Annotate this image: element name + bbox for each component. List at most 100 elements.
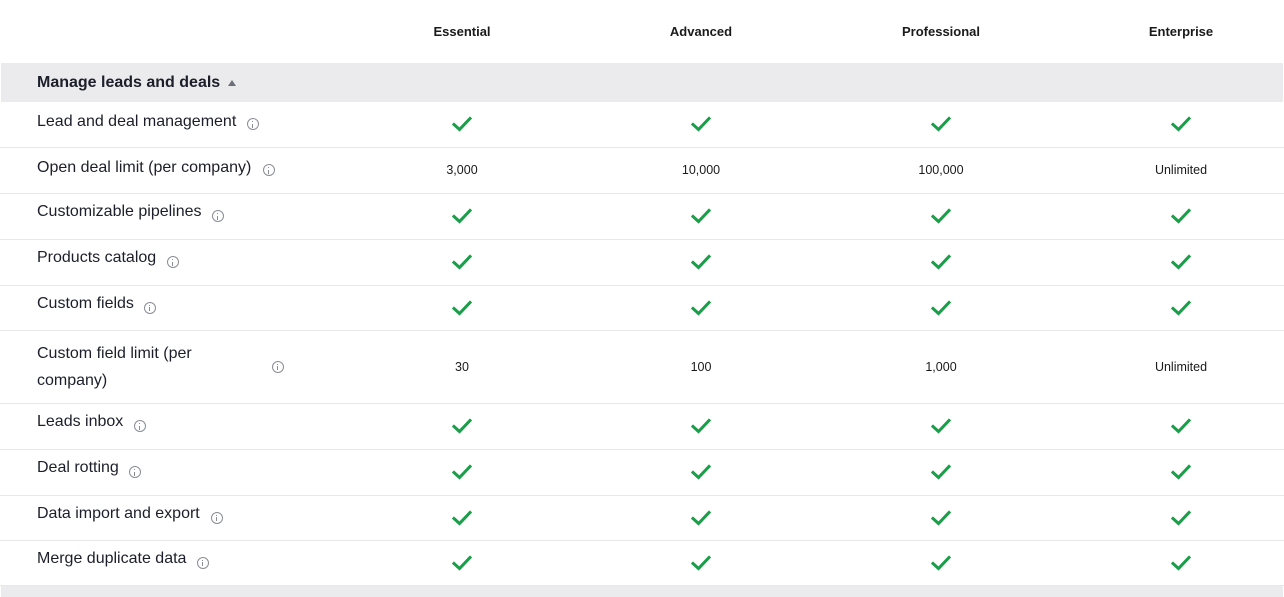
plan-cell-enterprise: Unlimited — [1154, 163, 1208, 177]
plan-cell-professional — [841, 509, 1041, 529]
check-icon — [931, 418, 951, 434]
check-icon — [1171, 116, 1191, 132]
plan-cell-advanced — [601, 464, 801, 483]
plan-cell-essential — [362, 254, 562, 273]
plan-cell-essential — [362, 509, 562, 529]
feature-row: Leads inbox — [0, 404, 1284, 450]
caret-up-icon[interactable] — [228, 80, 236, 86]
section-header-manage-leads[interactable]: Manage leads and deals — [1, 63, 1283, 102]
check-icon — [691, 509, 711, 526]
plan-cell-professional — [841, 299, 1041, 319]
plan-cell-essential: 3,000 — [446, 163, 478, 177]
section-title: Manage leads and deals — [37, 74, 221, 91]
info-icon[interactable] — [129, 466, 141, 478]
plan-cell-essential — [362, 208, 562, 227]
check-icon — [931, 208, 951, 224]
check-icon — [1171, 254, 1191, 270]
check-icon — [452, 464, 472, 480]
plan-cell-enterprise — [1081, 208, 1281, 227]
plan-cell-essential — [362, 116, 562, 135]
feature-row: Lead and deal management — [0, 102, 1284, 148]
plan-professional: Professional — [901, 24, 981, 39]
plan-cell-essential: 30 — [455, 359, 469, 374]
plan-cell-professional: 100,000 — [918, 163, 964, 177]
feature-label: Custom field limit (per company) — [37, 345, 192, 389]
info-icon[interactable] — [212, 210, 224, 222]
check-icon — [691, 464, 711, 480]
check-icon — [931, 254, 951, 270]
plan-cell-enterprise: Unlimited — [1154, 359, 1208, 374]
check-icon — [452, 299, 472, 316]
plan-cell-advanced: 10,000 — [681, 163, 721, 177]
feature-row: Merge duplicate data — [0, 541, 1284, 586]
info-icon[interactable] — [144, 301, 156, 314]
feature-label: Open deal limit (per company) — [37, 159, 252, 176]
feature-row: Products catalog — [0, 240, 1284, 286]
check-icon — [691, 208, 711, 224]
feature-row: Custom fields — [0, 286, 1284, 331]
plan-cell-advanced — [601, 254, 801, 273]
feature-row: Custom field limit (per company) 30 100 1,0… — [0, 331, 1284, 404]
check-icon — [452, 208, 472, 224]
info-icon[interactable] — [263, 164, 275, 176]
plan-cell-enterprise — [1081, 509, 1281, 529]
plan-cell-essential — [362, 554, 562, 574]
info-icon[interactable] — [167, 256, 179, 268]
plan-cell-professional: 1,000 — [925, 359, 957, 374]
plan-essential: Essential — [433, 24, 491, 39]
plan-header-row: Essential Advanced Professional Enterpri… — [0, 0, 1284, 63]
plan-cell-advanced: 100 — [690, 359, 712, 374]
plan-cell-enterprise — [1081, 254, 1281, 273]
check-icon — [691, 254, 711, 270]
plan-cell-advanced — [601, 554, 801, 574]
feature-label: Customizable pipelines — [37, 203, 202, 220]
check-icon — [452, 418, 472, 434]
feature-row: Data import and export — [0, 496, 1284, 541]
check-icon — [931, 116, 951, 132]
plan-cell-essential — [362, 418, 562, 437]
check-icon — [452, 116, 472, 132]
check-icon — [931, 299, 951, 316]
feature-label: Merge duplicate data — [37, 550, 187, 567]
info-icon[interactable] — [247, 118, 259, 130]
check-icon — [1171, 299, 1191, 316]
plan-cell-enterprise — [1081, 116, 1281, 135]
plan-cell-professional — [841, 418, 1041, 437]
feature-row: Deal rotting — [0, 450, 1284, 496]
check-icon — [1171, 554, 1191, 571]
plan-cell-advanced — [601, 509, 801, 529]
info-icon[interactable] — [211, 511, 223, 524]
check-icon — [452, 254, 472, 270]
feature-label: Leads inbox — [37, 413, 124, 430]
check-icon — [931, 464, 951, 480]
feature-label: Custom fields — [37, 295, 134, 312]
plan-cell-essential — [362, 464, 562, 483]
info-icon[interactable] — [272, 360, 284, 373]
feature-label: Data import and export — [37, 505, 200, 522]
plan-cell-advanced — [601, 299, 801, 319]
check-icon — [452, 554, 472, 571]
check-icon — [931, 509, 951, 526]
next-section-header[interactable] — [1, 586, 1283, 597]
plan-cell-enterprise — [1081, 418, 1281, 437]
plan-enterprise: Enterprise — [1148, 24, 1214, 39]
info-icon[interactable] — [134, 420, 146, 432]
check-icon — [691, 418, 711, 434]
plan-cell-professional — [841, 554, 1041, 574]
feature-row: Customizable pipelines — [0, 194, 1284, 240]
plan-cell-enterprise — [1081, 554, 1281, 574]
feature-row: Open deal limit (per company) 3,000 10,000… — [0, 148, 1284, 194]
feature-label: Lead and deal management — [37, 113, 237, 130]
plan-cell-advanced — [601, 208, 801, 227]
plan-cell-professional — [841, 116, 1041, 135]
feature-label: Deal rotting — [37, 459, 119, 476]
check-icon — [691, 554, 711, 571]
check-icon — [1171, 208, 1191, 224]
plan-cell-essential — [362, 299, 562, 319]
plan-cell-professional — [841, 464, 1041, 483]
info-icon[interactable] — [197, 556, 209, 569]
plan-cell-advanced — [601, 418, 801, 437]
plan-advanced: Advanced — [669, 24, 733, 39]
check-icon — [691, 116, 711, 132]
plan-cell-professional — [841, 208, 1041, 227]
